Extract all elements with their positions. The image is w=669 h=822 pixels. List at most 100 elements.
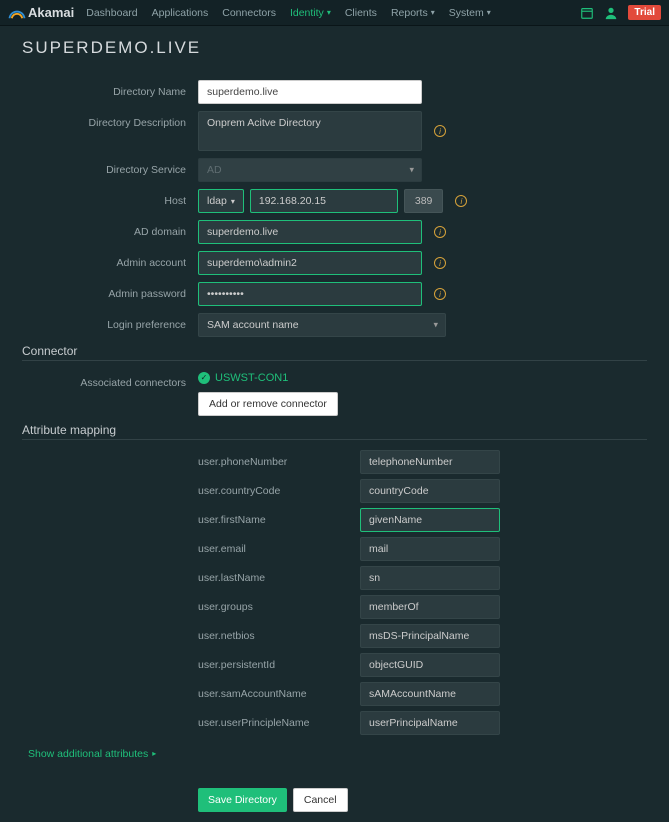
input-admin-password[interactable] [198, 282, 422, 306]
nav-item-clients[interactable]: Clients [345, 7, 377, 19]
attr-input[interactable] [360, 682, 500, 706]
attr-label: user.persistentId [198, 659, 360, 671]
row-assoc-connectors: Associated connectors ✓ USWST-CON1 Add o… [22, 371, 647, 416]
nav-right: Trial [580, 5, 661, 20]
attr-row: user.userPrincipleName [22, 711, 647, 735]
row-admin-account: Admin account i [22, 251, 647, 275]
input-directory-desc[interactable] [198, 111, 422, 151]
attr-label: user.email [198, 543, 360, 555]
info-icon[interactable]: i [434, 125, 446, 137]
label-directory-name: Directory Name [22, 80, 198, 98]
input-ad-domain[interactable] [198, 220, 422, 244]
attr-label: user.firstName [198, 514, 360, 526]
nav-item-applications[interactable]: Applications [152, 7, 209, 19]
nav-item-connectors[interactable]: Connectors [222, 7, 276, 19]
section-connector: Connector [22, 344, 647, 358]
akamai-swoosh-icon [8, 6, 26, 20]
divider [22, 360, 647, 361]
connector-name-text: USWST-CON1 [215, 372, 288, 384]
nav-items: Dashboard Applications Connectors Identity▾… [86, 7, 580, 19]
attr-input[interactable] [360, 711, 500, 735]
select-login-pref[interactable]: SAM account name [198, 313, 446, 337]
caret-down-icon: ▾ [327, 8, 331, 17]
label-assoc-connectors: Associated connectors [22, 371, 198, 389]
attr-row: user.netbios [22, 624, 647, 648]
show-additional-attributes-link[interactable]: Show additional attributes ▸ [28, 748, 156, 760]
caret-down-icon: ▾ [487, 8, 491, 17]
label-host: Host [22, 189, 198, 207]
attr-label: user.userPrincipleName [198, 717, 360, 729]
input-admin-account[interactable] [198, 251, 422, 275]
nav-item-dashboard[interactable]: Dashboard [86, 7, 137, 19]
trial-badge: Trial [628, 5, 661, 20]
attr-input[interactable] [360, 479, 500, 503]
label-login-pref: Login preference [22, 313, 198, 331]
attr-input[interactable] [360, 653, 500, 677]
info-icon[interactable]: i [434, 288, 446, 300]
info-icon[interactable]: i [434, 257, 446, 269]
input-host[interactable] [250, 189, 398, 213]
attr-label: user.netbios [198, 630, 360, 642]
attr-row: user.lastName [22, 566, 647, 590]
label-directory-service: Directory Service [22, 158, 198, 176]
info-icon[interactable]: i [455, 195, 467, 207]
attr-label: user.groups [198, 601, 360, 613]
attr-input[interactable] [360, 624, 500, 648]
attr-label: user.lastName [198, 572, 360, 584]
add-remove-connector-button[interactable]: Add or remove connector [198, 392, 338, 416]
attr-label: user.countryCode [198, 485, 360, 497]
attr-row: user.phoneNumber [22, 450, 647, 474]
caret-down-icon: ▾ [231, 197, 235, 206]
page-title: SUPERDEMO.LIVE [22, 38, 647, 58]
footer-actions: Save Directory Cancel [198, 788, 647, 812]
host-scheme-dropdown[interactable]: ldap ▾ [198, 189, 244, 213]
page-body: SUPERDEMO.LIVE Directory Name Directory … [0, 26, 669, 822]
attr-row: user.email [22, 537, 647, 561]
row-host: Host ldap ▾ 389 i [22, 189, 647, 213]
brand-logo: Akamai [8, 5, 74, 20]
brand-text: Akamai [28, 5, 74, 20]
label-admin-account: Admin account [22, 251, 198, 269]
row-admin-password: Admin password i [22, 282, 647, 306]
label-admin-password: Admin password [22, 282, 198, 300]
attr-label: user.samAccountName [198, 688, 360, 700]
chevron-right-icon: ▸ [152, 749, 156, 758]
label-ad-domain: AD domain [22, 220, 198, 238]
select-directory-service: AD [198, 158, 422, 182]
label-directory-desc: Directory Description [22, 111, 198, 129]
show-more-label: Show additional attributes [28, 748, 148, 760]
attr-input[interactable] [360, 450, 500, 474]
info-icon[interactable]: i [434, 226, 446, 238]
row-directory-service: Directory Service AD [22, 158, 647, 182]
host-port: 389 [404, 189, 444, 213]
row-directory-desc: Directory Description i [22, 111, 647, 151]
check-circle-icon: ✓ [198, 372, 210, 384]
host-scheme-label: ldap [207, 195, 227, 207]
attr-row: user.persistentId [22, 653, 647, 677]
section-attrmap: Attribute mapping [22, 423, 647, 437]
caret-down-icon: ▾ [431, 8, 435, 17]
nav-item-identity[interactable]: Identity▾ [290, 7, 331, 19]
divider [22, 439, 647, 440]
cancel-button[interactable]: Cancel [293, 788, 348, 812]
calendar-icon[interactable] [580, 6, 594, 20]
attr-input[interactable] [360, 566, 500, 590]
attr-row: user.samAccountName [22, 682, 647, 706]
attr-input[interactable] [360, 508, 500, 532]
row-ad-domain: AD domain i [22, 220, 647, 244]
attr-label: user.phoneNumber [198, 456, 360, 468]
attr-rows: user.phoneNumber user.countryCode user.fir… [22, 450, 647, 735]
attr-input[interactable] [360, 595, 500, 619]
attr-row: user.groups [22, 595, 647, 619]
row-directory-name: Directory Name [22, 80, 647, 104]
save-directory-button[interactable]: Save Directory [198, 788, 287, 812]
row-login-pref: Login preference SAM account name [22, 313, 647, 337]
nav-item-system[interactable]: System▾ [449, 7, 491, 19]
user-icon[interactable] [604, 6, 618, 20]
connector-chip: ✓ USWST-CON1 [198, 372, 288, 384]
attr-input[interactable] [360, 537, 500, 561]
top-nav: Akamai Dashboard Applications Connectors Id… [0, 0, 669, 26]
nav-item-reports[interactable]: Reports▾ [391, 7, 435, 19]
attr-row: user.firstName [22, 508, 647, 532]
input-directory-name[interactable] [198, 80, 422, 104]
